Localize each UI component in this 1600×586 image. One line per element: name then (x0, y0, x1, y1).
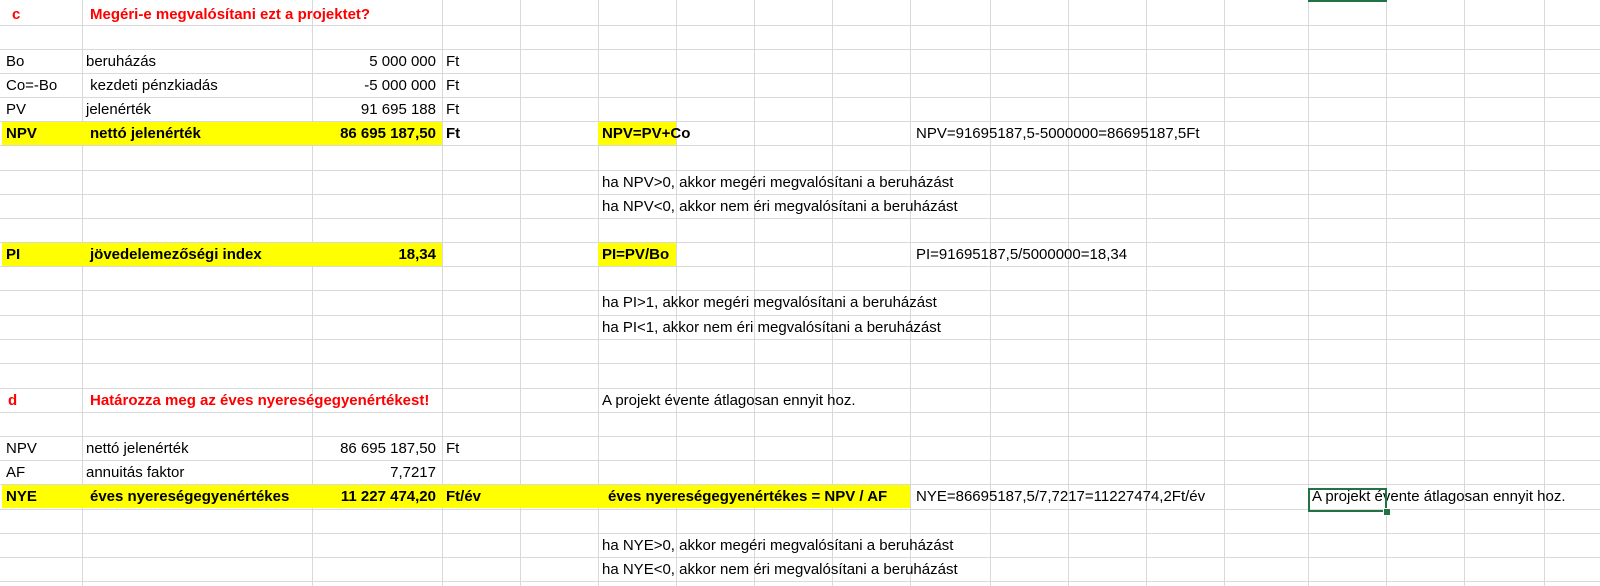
section-c-letter[interactable]: c (10, 3, 22, 26)
row-divider (0, 73, 1600, 74)
af-code[interactable]: AF (4, 461, 27, 484)
pi-formula[interactable]: PI=PV/Bo (600, 243, 671, 266)
section-d-title[interactable]: Határozza meg az éves nyereségegyenérték… (88, 389, 431, 412)
d-npv-label[interactable]: nettó jelenérték (84, 437, 191, 460)
section-d-letter[interactable]: d (6, 389, 19, 412)
npv-calc[interactable]: NPV=91695187,5-5000000=86695187,5Ft (914, 122, 1202, 145)
npv-value[interactable]: 86 695 187,50 (312, 122, 438, 145)
npv-formula[interactable]: NPV=PV+Co (600, 122, 692, 145)
bo-code[interactable]: Bo (4, 50, 26, 73)
pi-label[interactable]: jövedelemezőségi index (88, 243, 264, 266)
fill-handle[interactable] (1383, 508, 1391, 516)
npv-code[interactable]: NPV (4, 122, 39, 145)
active-column-indicator (1308, 0, 1387, 2)
row-divider (0, 460, 1600, 461)
af-value[interactable]: 7,7217 (312, 461, 438, 484)
bo-label[interactable]: beruházás (84, 50, 158, 73)
nye-value[interactable]: 11 227 474,20 (312, 485, 438, 508)
af-label[interactable]: annuitás faktor (84, 461, 186, 484)
d-npv-value[interactable]: 86 695 187,50 (312, 437, 438, 460)
d-npv-code[interactable]: NPV (4, 437, 39, 460)
row-divider (0, 145, 1600, 146)
row-divider (0, 581, 1600, 582)
bo-unit[interactable]: Ft (444, 50, 461, 73)
npv-rule-positive[interactable]: ha NPV>0, akkor megéri megvalósítani a b… (600, 171, 955, 194)
pv-code[interactable]: PV (4, 98, 28, 121)
nye-rule-positive[interactable]: ha NYE>0, akkor megéri megvalósítani a b… (600, 534, 955, 557)
active-cell-selection[interactable] (1308, 488, 1387, 512)
spreadsheet-grid[interactable]: c Megéri-e megvalósítani ezt a projektet… (0, 0, 1600, 586)
column-divider (1224, 0, 1225, 586)
pv-unit[interactable]: Ft (444, 98, 461, 121)
row-divider (0, 97, 1600, 98)
co-code[interactable]: Co=-Bo (4, 74, 59, 97)
nye-rule-negative[interactable]: ha NYE<0, akkor nem éri megvalósítani a … (600, 558, 960, 581)
nye-label[interactable]: éves nyereségegyenértékes (88, 485, 291, 508)
npv-rule-negative[interactable]: ha NPV<0, akkor nem éri megvalósítani a … (600, 195, 960, 218)
npv-label[interactable]: nettó jelenérték (88, 122, 203, 145)
bo-value[interactable]: 5 000 000 (312, 50, 438, 73)
nye-formula[interactable]: éves nyereségegyenértékes = NPV / AF (606, 485, 889, 508)
row-divider (0, 266, 1600, 267)
row-divider (0, 412, 1600, 413)
nye-code[interactable]: NYE (4, 485, 39, 508)
co-label[interactable]: kezdeti pénzkiadás (84, 74, 220, 97)
co-unit[interactable]: Ft (444, 74, 461, 97)
pi-code[interactable]: PI (4, 243, 22, 266)
row-divider (0, 363, 1600, 364)
pv-label[interactable]: jelenérték (84, 98, 153, 121)
nye-unit[interactable]: Ft/év (444, 485, 483, 508)
nye-calc[interactable]: NYE=86695187,5/7,7217=11227474,2Ft/év (914, 485, 1207, 508)
pi-rule-negative[interactable]: ha PI<1, akkor nem éri megvalósítani a b… (600, 316, 943, 339)
pi-calc[interactable]: PI=91695187,5/5000000=18,34 (914, 243, 1129, 266)
npv-unit[interactable]: Ft (444, 122, 462, 145)
row-divider (0, 218, 1600, 219)
co-value[interactable]: -5 000 000 (312, 74, 438, 97)
row-divider (0, 339, 1600, 340)
pv-value[interactable]: 91 695 188 (312, 98, 438, 121)
row-divider (0, 436, 1600, 437)
pi-value[interactable]: 18,34 (312, 243, 438, 266)
pi-rule-positive[interactable]: ha PI>1, akkor megéri megvalósítani a be… (600, 291, 939, 314)
section-d-note[interactable]: A projekt évente átlagosan ennyit hoz. (600, 389, 858, 412)
row-divider (0, 49, 1600, 50)
section-c-title[interactable]: Megéri-e megvalósítani ezt a projektet? (88, 3, 372, 26)
d-npv-unit[interactable]: Ft (444, 437, 461, 460)
